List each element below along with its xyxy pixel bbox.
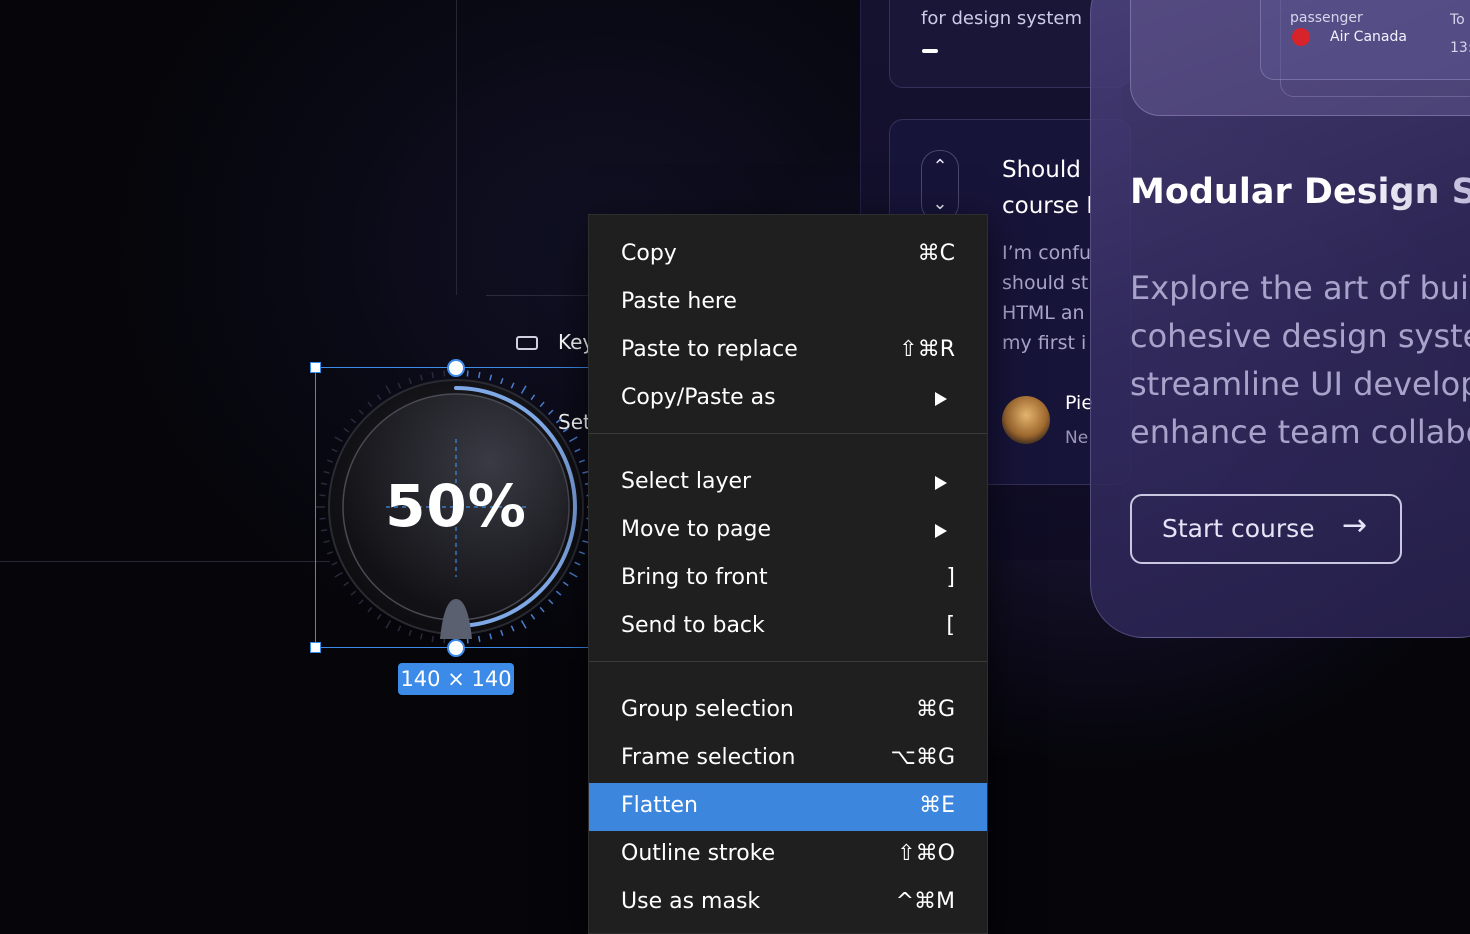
arrow-right-icon: →	[1342, 508, 1368, 543]
context-menu: Copy ⌘C Paste here Paste to replace ⇧⌘R Copy/…	[588, 214, 988, 934]
submenu-arrow-icon	[935, 476, 947, 490]
chevron-down-icon[interactable]: ⌃	[930, 191, 950, 212]
menu-item-shortcut: ⌘C	[917, 241, 955, 266]
airline-logo-icon	[1292, 28, 1310, 46]
menu-item-group-selection[interactable]: Group selection ⌘G	[589, 687, 987, 735]
menu-item-label: Bring to front	[621, 565, 768, 590]
menu-item-label: Paste here	[621, 289, 737, 314]
discussion-body: I’m confu should st HTML an my first i	[1002, 238, 1102, 358]
menu-item-copy[interactable]: Copy ⌘C	[589, 231, 987, 279]
flight-passenger-label: passenger	[1290, 10, 1363, 26]
course-description: Explore the art of build cohesive design…	[1130, 264, 1470, 456]
layout-guide-horizontal	[0, 561, 330, 562]
selection-box	[315, 367, 597, 648]
menu-item-frame-selection[interactable]: Frame selection ⌥⌘G	[589, 735, 987, 783]
layout-guide-horizontal-short	[486, 295, 588, 296]
discussion-body-line: I’m confu	[1002, 242, 1092, 264]
chevron-up-icon[interactable]: ⌃	[930, 157, 950, 177]
menu-separator	[589, 433, 987, 434]
course-description-line: enhance team collabor	[1130, 413, 1470, 451]
menu-item-shortcut: ^⌘M	[895, 889, 955, 914]
menu-item-shortcut: ⇧⌘R	[899, 337, 955, 362]
course-description-line: cohesive design system	[1130, 317, 1470, 355]
course-description-line: streamline UI developm	[1130, 365, 1470, 403]
menu-item-label: Move to page	[621, 517, 772, 542]
menu-item-move-to-page[interactable]: Move to page	[589, 507, 987, 555]
menu-item-copy-paste-as[interactable]: Copy/Paste as	[589, 375, 987, 423]
author-name: Pie	[1065, 392, 1094, 414]
course-description-line: Explore the art of build	[1130, 269, 1470, 307]
menu-item-label: Copy	[621, 241, 677, 266]
discussion-body-line: HTML an	[1002, 302, 1085, 324]
menu-item-send-to-back[interactable]: Send to back [	[589, 603, 987, 651]
design-card-text: for design system	[921, 8, 1082, 29]
menu-item-shortcut: ⌘E	[919, 793, 955, 818]
rotation-handle-bottom[interactable]	[447, 639, 465, 657]
menu-item-label: Copy/Paste as	[621, 385, 776, 410]
rotation-handle-top[interactable]	[447, 359, 465, 377]
menu-item-label: Frame selection	[621, 745, 796, 770]
menu-item-flatten[interactable]: Flatten ⌘E	[589, 783, 987, 831]
airline-name: Air Canada	[1330, 29, 1407, 45]
submenu-arrow-icon	[935, 392, 947, 406]
menu-item-shortcut: ⇧⌘O	[897, 841, 955, 866]
design-canvas[interactable]: for design system ⌃ ⌃ Should course I I’…	[0, 0, 1470, 934]
discussion-body-line: should st	[1002, 272, 1089, 294]
menu-item-label: Outline stroke	[621, 841, 776, 866]
menu-item-label: Flatten	[621, 793, 698, 818]
menu-item-outline-stroke[interactable]: Outline stroke ⇧⌘O	[589, 831, 987, 879]
menu-item-label: Paste to replace	[621, 337, 798, 362]
menu-item-label: Select layer	[621, 469, 752, 494]
menu-item-shortcut: ]	[946, 565, 955, 590]
menu-item-label: Send to back	[621, 613, 765, 638]
flight-destination: To	[1450, 12, 1465, 28]
flight-time: 13:	[1450, 40, 1470, 56]
author-subtitle: Ne	[1065, 428, 1089, 448]
resize-handle-top-left[interactable]	[310, 362, 321, 373]
layout-guide-vertical	[456, 0, 457, 295]
start-course-label: Start course	[1162, 514, 1315, 543]
menu-item-use-as-mask[interactable]: Use as mask ^⌘M	[589, 879, 987, 927]
menu-item-shortcut: [	[946, 613, 955, 638]
menu-item-select-layer[interactable]: Select layer	[589, 459, 987, 507]
keyboard-icon	[516, 336, 538, 350]
menu-separator	[589, 661, 987, 662]
menu-item-label: Group selection	[621, 697, 794, 722]
discussion-body-line: my first i	[1002, 332, 1087, 354]
avatar	[1002, 396, 1050, 444]
vote-control[interactable]: ⌃ ⌃	[921, 150, 959, 222]
start-course-button[interactable]: Start course →	[1130, 494, 1402, 564]
menu-item-shortcut: ⌥⌘G	[890, 745, 955, 770]
menu-item-shortcut: ⌘G	[915, 697, 955, 722]
size-badge: 140 × 140	[398, 663, 514, 695]
design-card-indicator	[922, 49, 938, 53]
menu-item-paste-here[interactable]: Paste here	[589, 279, 987, 327]
course-title: Modular Design Sys	[1130, 172, 1470, 212]
resize-handle-bottom-left[interactable]	[310, 642, 321, 653]
menu-item-paste-to-replace[interactable]: Paste to replace ⇧⌘R	[589, 327, 987, 375]
submenu-arrow-icon	[935, 524, 947, 538]
menu-item-label: Use as mask	[621, 889, 761, 914]
menu-item-bring-to-front[interactable]: Bring to front]	[589, 555, 987, 603]
